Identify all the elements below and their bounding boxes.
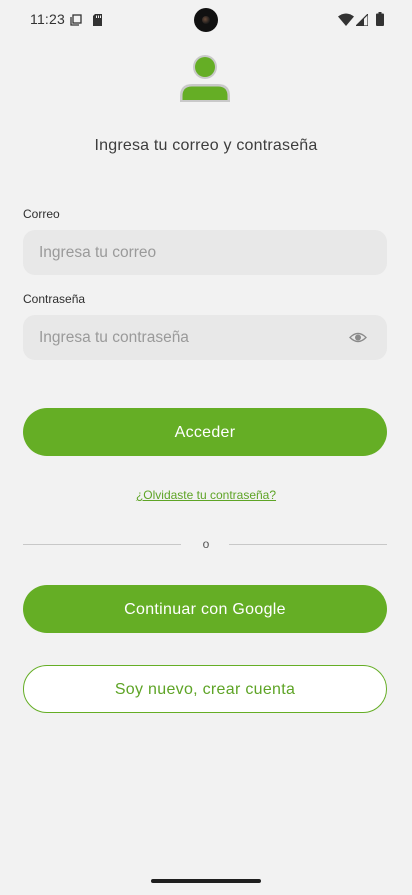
copy-icon: [70, 13, 82, 26]
forgot-password-link[interactable]: ¿Olvidaste tu contraseña?: [0, 488, 412, 502]
divider-right: [229, 544, 387, 545]
password-field[interactable]: [23, 315, 387, 360]
user-avatar-icon: [178, 54, 232, 104]
divider-left: [23, 544, 181, 545]
home-indicator[interactable]: [151, 879, 261, 883]
email-field[interactable]: [23, 230, 387, 275]
sd-card-icon: [92, 13, 103, 26]
eye-icon[interactable]: [349, 331, 367, 344]
camera-cutout: [194, 8, 218, 32]
google-login-button[interactable]: Continuar con Google: [23, 585, 387, 633]
signal-icon: [354, 12, 369, 27]
divider-text: o: [202, 537, 210, 551]
create-account-button[interactable]: Soy nuevo, crear cuenta: [23, 665, 387, 713]
wifi-icon: [338, 13, 354, 26]
password-label: Contraseña: [23, 292, 86, 306]
page-title: Ingresa tu correo y contraseña: [94, 137, 318, 154]
status-time: 11:23: [30, 11, 65, 27]
login-button[interactable]: Acceder: [23, 408, 387, 456]
battery-icon: [376, 12, 384, 26]
email-label: Correo: [23, 207, 60, 221]
status-bar: 11:23: [0, 0, 412, 38]
